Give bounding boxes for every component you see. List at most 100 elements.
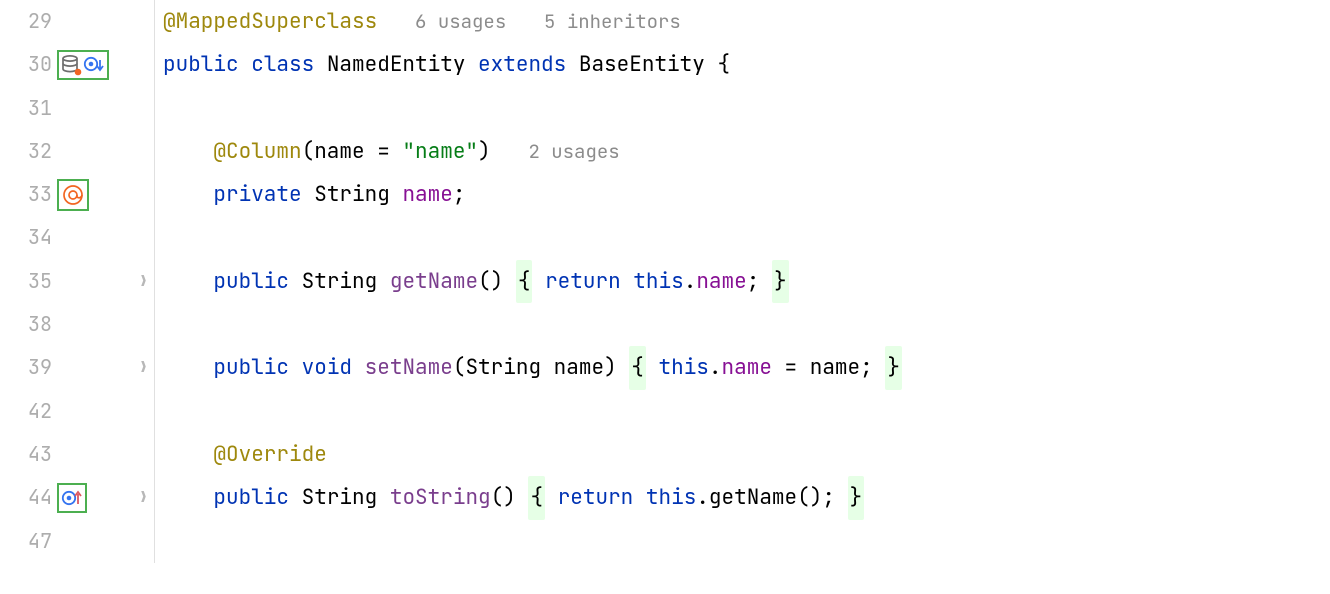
- assign-eq: =: [772, 346, 810, 389]
- line-number[interactable]: 32: [0, 130, 54, 173]
- folded-brace-open[interactable]: {: [528, 476, 545, 519]
- inlay-hint-usages[interactable]: 6 usages: [415, 0, 506, 43]
- folded-brace-open[interactable]: {: [629, 346, 646, 389]
- line-number[interactable]: 39: [0, 346, 54, 389]
- param-ref-name: name: [810, 346, 860, 389]
- paren-args: (name =: [302, 130, 403, 173]
- line-number[interactable]: 43: [0, 433, 54, 476]
- paren-close: ): [604, 346, 617, 389]
- line-number[interactable]: 42: [0, 390, 54, 433]
- keyword-this: this: [646, 476, 696, 519]
- gutter-line[interactable]: 33: [0, 173, 154, 216]
- semicolon: ;: [860, 346, 873, 389]
- semicolon: ;: [747, 260, 760, 303]
- folded-brace-close[interactable]: }: [885, 346, 902, 389]
- code-line[interactable]: public String toString () { return this …: [163, 476, 902, 519]
- line-number[interactable]: 29: [0, 0, 54, 43]
- method-getname: getName: [390, 260, 478, 303]
- field-ref-name: name: [696, 260, 746, 303]
- gutter-line[interactable]: 29: [0, 0, 154, 43]
- code-line-blank[interactable]: [163, 520, 902, 563]
- code-line-blank[interactable]: [163, 303, 902, 346]
- code-line-blank[interactable]: [163, 390, 902, 433]
- keyword-public: public: [163, 43, 239, 86]
- gutter-line[interactable]: 42: [0, 390, 154, 433]
- code-line[interactable]: @Column (name = "name" ) 2 usages: [163, 130, 902, 173]
- semicolon: ;: [453, 173, 466, 216]
- keyword-void: void: [302, 346, 352, 389]
- method-tostring: toString: [390, 476, 491, 519]
- gutter: 29 30: [0, 0, 155, 563]
- line-number[interactable]: 31: [0, 87, 54, 130]
- field-name: name: [402, 173, 452, 216]
- implementing-up-icon[interactable]: [61, 487, 83, 509]
- code-area[interactable]: @MappedSuperclass 6 usages 5 inheritors …: [155, 0, 902, 563]
- code-line[interactable]: private String name ;: [163, 173, 902, 216]
- gutter-line[interactable]: 34: [0, 216, 154, 259]
- line-number[interactable]: 33: [0, 173, 54, 216]
- line-number[interactable]: 47: [0, 520, 54, 563]
- line-number[interactable]: 44: [0, 476, 54, 519]
- keyword-this: this: [633, 260, 683, 303]
- field-ref-name: name: [722, 346, 772, 389]
- gutter-line[interactable]: 38: [0, 303, 154, 346]
- gutter-line[interactable]: 43: [0, 433, 154, 476]
- gutter-line[interactable]: 39 ❯: [0, 346, 154, 389]
- implemented-down-icon[interactable]: [83, 54, 105, 76]
- paren-pair: (): [491, 476, 516, 519]
- keyword-return: return: [545, 260, 621, 303]
- class-name: NamedEntity: [327, 43, 466, 86]
- database-icon[interactable]: [61, 54, 83, 76]
- type-string: String: [314, 173, 390, 216]
- jpa-entity-marker-box[interactable]: [57, 50, 109, 80]
- keyword-class: class: [251, 43, 314, 86]
- code-line[interactable]: public class NamedEntity extends BaseEnt…: [163, 43, 902, 86]
- code-line[interactable]: @MappedSuperclass 6 usages 5 inheritors: [163, 0, 902, 43]
- folded-brace-open[interactable]: {: [516, 260, 533, 303]
- gutter-line[interactable]: 32: [0, 130, 154, 173]
- code-line[interactable]: public void setName (String name ) { thi…: [163, 346, 902, 389]
- code-line-blank[interactable]: [163, 87, 902, 130]
- inlay-hint-usages[interactable]: 2 usages: [528, 130, 619, 173]
- method-setname: setName: [365, 346, 453, 389]
- code-editor: 29 30: [0, 0, 1330, 563]
- fold-expand-icon[interactable]: ❯: [139, 476, 148, 519]
- code-line-blank[interactable]: [163, 216, 902, 259]
- paren-open: (String: [453, 346, 554, 389]
- code-line[interactable]: public String getName () { return this .…: [163, 260, 902, 303]
- gutter-line[interactable]: 44 ❯: [0, 476, 154, 519]
- gutter-line[interactable]: 31: [0, 87, 154, 130]
- param-name: name: [554, 346, 604, 389]
- gutter-line[interactable]: 47: [0, 520, 154, 563]
- dot: .: [696, 476, 709, 519]
- fold-expand-icon[interactable]: ❯: [139, 260, 148, 303]
- at-icon[interactable]: [61, 183, 85, 207]
- keyword-public: public: [213, 260, 289, 303]
- code-line[interactable]: @Override: [163, 433, 902, 476]
- keyword-this: this: [659, 346, 709, 389]
- annotation-marker-box[interactable]: [57, 179, 89, 211]
- keyword-public: public: [213, 476, 289, 519]
- annotation-override: @Override: [213, 433, 326, 476]
- line-number[interactable]: 34: [0, 216, 54, 259]
- dot: .: [684, 260, 697, 303]
- line-number[interactable]: 38: [0, 303, 54, 346]
- line-number[interactable]: 35: [0, 260, 54, 303]
- line-number[interactable]: 30: [0, 43, 54, 86]
- annotation-mappedsuperclass: @MappedSuperclass: [163, 0, 377, 43]
- paren-pair: (): [478, 260, 503, 303]
- override-marker-box[interactable]: [57, 483, 87, 513]
- brace-open: {: [717, 43, 730, 86]
- folded-brace-close[interactable]: }: [772, 260, 789, 303]
- gutter-line[interactable]: 30: [0, 43, 154, 86]
- folded-brace-close[interactable]: }: [848, 476, 865, 519]
- gutter-line[interactable]: 35 ❯: [0, 260, 154, 303]
- dot: .: [709, 346, 722, 389]
- paren-close: ): [478, 130, 491, 173]
- inlay-hint-inheritors[interactable]: 5 inheritors: [544, 0, 681, 43]
- type-string: String: [302, 476, 378, 519]
- call-getname: getName(): [709, 476, 822, 519]
- fold-expand-icon[interactable]: ❯: [139, 346, 148, 389]
- keyword-public: public: [213, 346, 289, 389]
- semicolon: ;: [822, 476, 835, 519]
